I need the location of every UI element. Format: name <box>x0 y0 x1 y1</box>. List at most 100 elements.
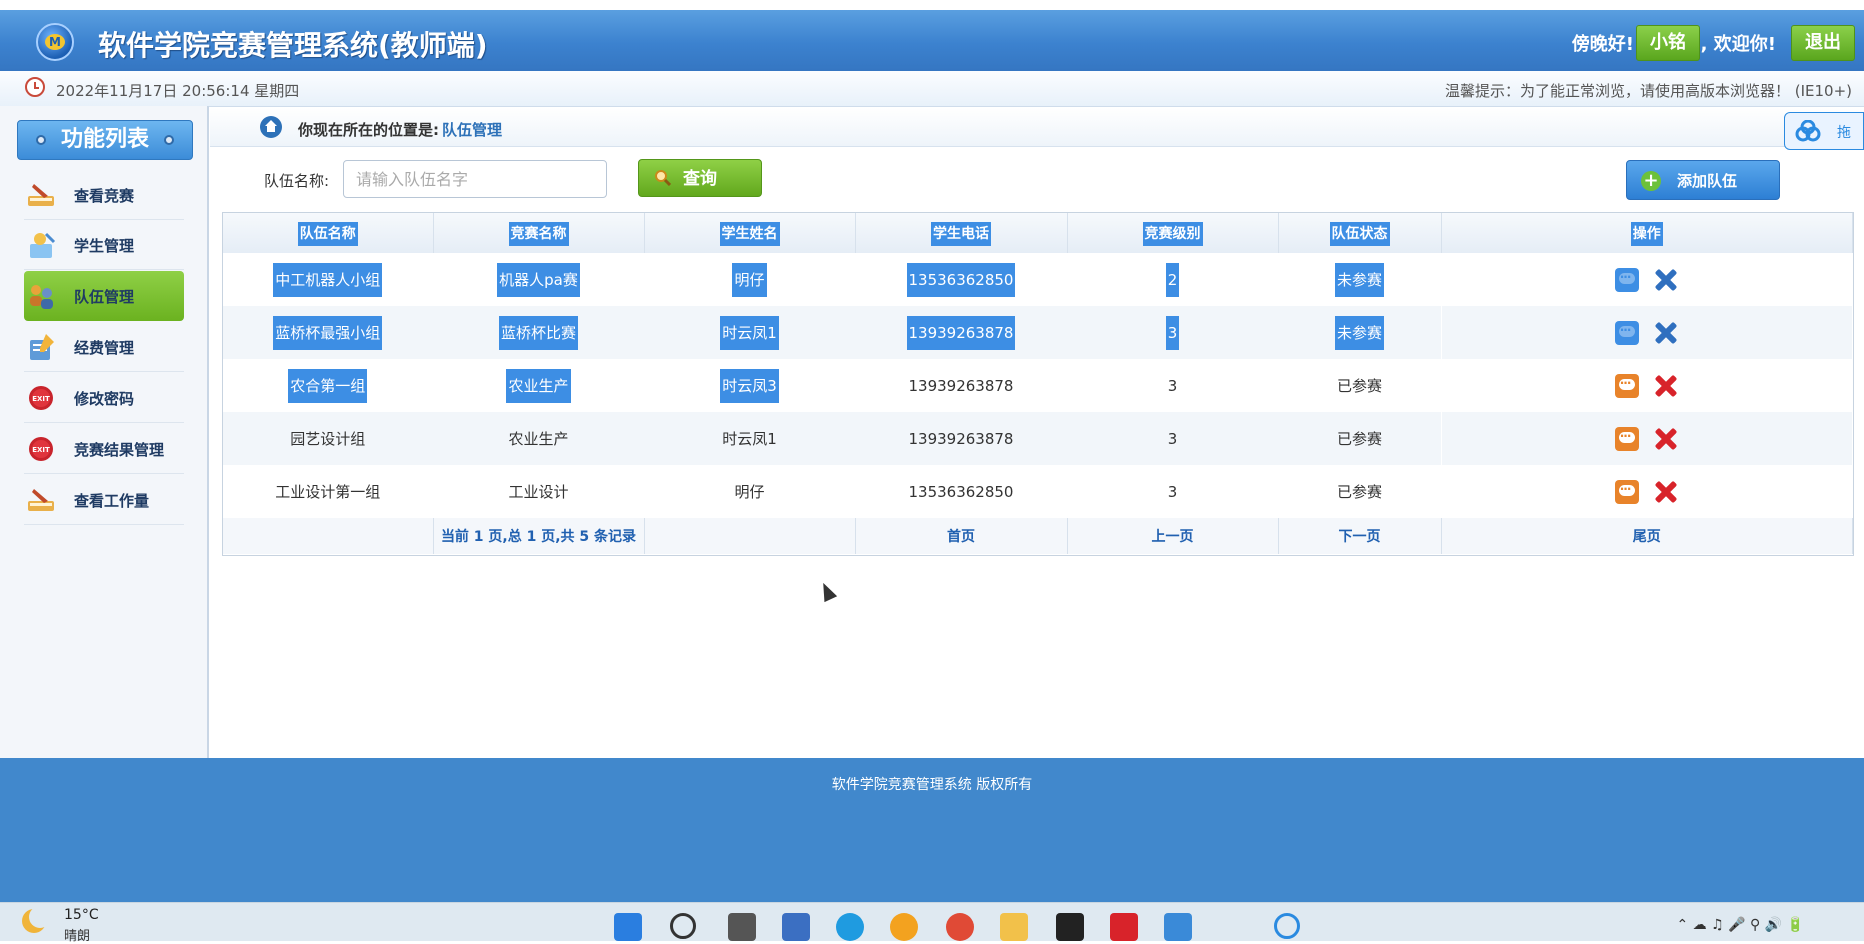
cell-level: 3 <box>1167 482 1178 501</box>
cell-level: 3 <box>1067 412 1278 465</box>
pager-blank <box>644 518 856 554</box>
ie-icon[interactable] <box>890 913 918 941</box>
add-team-button[interactable]: + 添加队伍 <box>1626 160 1780 200</box>
edit-icon[interactable] <box>1614 373 1639 398</box>
start-icon[interactable] <box>614 913 642 941</box>
sidebar-item-change-password[interactable]: EXIT 修改密码 <box>24 373 184 423</box>
cell-student: 时云凤1 <box>644 412 855 465</box>
team-name-input[interactable] <box>343 160 607 198</box>
breadcrumb-current[interactable]: 队伍管理 <box>442 119 502 140</box>
sidebar-item-students[interactable]: 学生管理 <box>24 220 184 270</box>
breadcrumb-label: 你现在所在的位置是: <box>298 121 439 139</box>
sidebar-item-label: 修改密码 <box>74 390 135 408</box>
cloud-taskbar-icon[interactable] <box>1274 913 1300 939</box>
sidebar-item-view-competition[interactable]: 查看竞赛 <box>24 170 184 220</box>
table-row: 工业设计第一组 工业设计 明仔 13536362850 3 已参赛 <box>223 465 1853 518</box>
cell-status: 已参赛 <box>1336 483 1382 501</box>
cell-competition: 农业生产 <box>433 412 644 465</box>
delete-icon[interactable] <box>1653 373 1679 399</box>
edit-icon[interactable] <box>1614 320 1639 345</box>
column-header: 竞赛名称 <box>433 213 645 253</box>
wps-icon[interactable] <box>1110 913 1138 941</box>
chrome-icon[interactable] <box>946 913 974 941</box>
delete-icon[interactable] <box>1653 426 1679 452</box>
search-taskbar-icon[interactable] <box>670 913 696 939</box>
app-header: M 软件学院竞赛管理系统(教师端) 傍晚好! 小铭 , 欢迎你! 退出 <box>0 10 1864 71</box>
sidebar-item-results[interactable]: EXIT 竞赛结果管理 <box>24 424 184 474</box>
app-icon[interactable] <box>782 913 810 941</box>
cell-competition: 农业生产 <box>433 359 644 412</box>
pager-prev-link[interactable]: 上一页 <box>1067 518 1279 554</box>
sidebar-item-label: 队伍管理 <box>74 288 135 306</box>
task-view-icon[interactable] <box>728 913 756 941</box>
cell-student: 明仔 <box>734 483 765 501</box>
exit-icon: EXIT <box>29 437 53 461</box>
document-pen-icon <box>30 334 54 360</box>
column-header: 竞赛级别 <box>1067 213 1279 253</box>
search-button-label: 查询 <box>683 169 717 189</box>
pager-last-link[interactable]: 尾页 <box>1441 518 1853 554</box>
app-title: 软件学院竞赛管理系统(教师端) <box>98 29 488 62</box>
logout-button[interactable]: 退出 <box>1791 25 1855 61</box>
column-header: 学生姓名 <box>644 213 856 253</box>
cell-competition: 蓝桥杯比赛 <box>433 306 644 359</box>
edit-icon[interactable] <box>1614 426 1639 451</box>
mouse-cursor <box>816 579 838 603</box>
pencil-book-icon <box>28 489 54 511</box>
cell-operations <box>1441 306 1853 359</box>
cell-status: 已参赛 <box>1278 412 1441 465</box>
cell-team-name: 中工机器人小组 <box>223 253 433 306</box>
greeting-text: 傍晚好! <box>1571 34 1634 55</box>
clock-icon <box>25 77 45 97</box>
sidebar-item-funds[interactable]: 经费管理 <box>24 322 184 372</box>
pager-blank <box>223 518 434 554</box>
dot-icon <box>164 135 174 145</box>
delete-icon[interactable] <box>1653 479 1679 505</box>
sidebar-title: 功能列表 <box>17 120 193 160</box>
datetime-text: 2022年11月17日 20:56:14 星期四 <box>56 82 300 100</box>
cell-status: 已参赛 <box>1336 377 1382 395</box>
cell-team-name: 蓝桥杯最强小组 <box>223 306 433 359</box>
edit-icon[interactable] <box>1614 267 1639 292</box>
delete-icon[interactable] <box>1653 267 1679 293</box>
sidebar-item-teams[interactable]: 队伍管理 <box>24 271 184 321</box>
browser-tip: 温馨提示：为了能正常浏览，请使用高版本浏览器！ (IE10+) <box>1444 82 1852 100</box>
pager-first-link[interactable]: 首页 <box>855 518 1068 554</box>
pager-row: 当前 1 页,总 1 页,共 5 条记录 首页 上一页 下一页 尾页 <box>223 518 1853 554</box>
column-header: 操作 <box>1441 213 1853 253</box>
cell-operations <box>1441 412 1853 465</box>
cell-team-name: 农合第一组 <box>223 359 433 412</box>
footer: 软件学院竞赛管理系统 版权所有 <box>0 758 1864 902</box>
cell-competition: 工业设计 <box>508 483 569 501</box>
cell-phone: 13939263878 <box>855 412 1067 465</box>
info-bar: 2022年11月17日 20:56:14 星期四 温馨提示：为了能正常浏览，请使… <box>0 71 1864 107</box>
sidebar-item-label: 查看竞赛 <box>74 187 135 205</box>
ide-icon[interactable] <box>1056 913 1084 941</box>
cell-phone: 13536362850 <box>908 482 1014 501</box>
table-row: 园艺设计组 农业生产 时云凤1 13939263878 3 已参赛 <box>223 412 1853 465</box>
photos-icon[interactable] <box>1164 913 1192 941</box>
dot-icon <box>36 135 46 145</box>
cell-team-name: 园艺设计组 <box>223 412 433 465</box>
weather-desc: 晴朗 <box>64 929 91 944</box>
home-icon <box>260 116 282 138</box>
svg-text:EXIT: EXIT <box>32 395 50 403</box>
column-header: 学生电话 <box>855 213 1068 253</box>
sidebar-item-label: 经费管理 <box>74 339 135 357</box>
edit-icon[interactable] <box>1614 479 1639 504</box>
sidebar-item-workload[interactable]: 查看工作量 <box>24 475 184 525</box>
welcome-text: , 欢迎你! <box>1700 34 1776 55</box>
username-badge[interactable]: 小铭 <box>1636 25 1700 61</box>
cell-status: 未参赛 <box>1278 253 1441 306</box>
team-icon <box>30 285 53 309</box>
pager-next-link[interactable]: 下一页 <box>1278 518 1442 554</box>
search-button[interactable]: 查询 <box>638 159 762 197</box>
pager-summary: 当前 1 页,总 1 页,共 5 条记录 <box>433 518 645 554</box>
os-taskbar: 15°C 晴朗 ⌃ ☁ ♫ 🎤 ⚲ 🔊 🔋 <box>0 902 1864 944</box>
cell-student: 明仔 <box>644 253 855 306</box>
edge-icon[interactable] <box>836 913 864 941</box>
folder-icon[interactable] <box>1000 913 1028 941</box>
delete-icon[interactable] <box>1653 320 1679 346</box>
cell-student: 时云凤3 <box>644 359 855 412</box>
cloud-widget[interactable]: 拖 <box>1784 112 1864 150</box>
